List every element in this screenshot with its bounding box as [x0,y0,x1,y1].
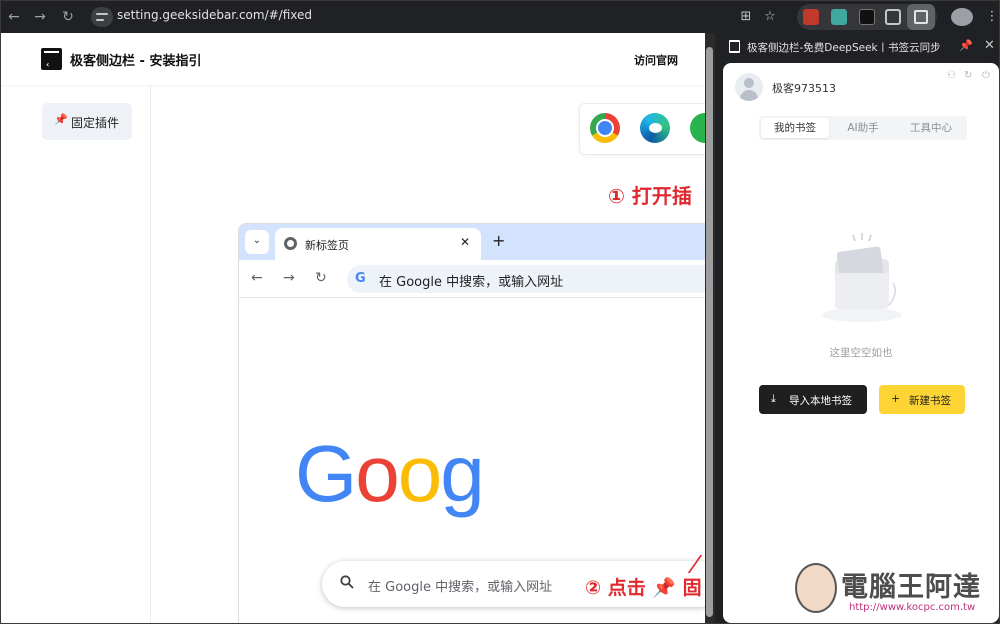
sync-icon[interactable]: ↻ [964,70,972,81]
mock-search-placeholder: 在 Google 中搜索，或输入网址 [368,580,553,595]
power-icon[interactable]: ⏻ [982,70,990,81]
back-icon[interactable]: ← [4,7,24,27]
user-avatar[interactable] [735,73,763,101]
address-bar[interactable]: setting.geeksidebar.com/#/fixed [87,5,793,29]
browser-toolbar: ← → ↻ setting.geeksidebar.com/#/fixed ⊞ … [1,1,999,33]
visit-website-link[interactable]: 访问官网 [634,52,678,68]
new-bookmark-label: 新建书签 [909,395,951,407]
tab-my-bookmarks[interactable]: 我的书签 [761,118,829,138]
side-panel-title: 极客侧边栏-免费DeepSeek丨书签云同步 [747,42,941,54]
extension-icon-2[interactable] [831,9,847,25]
pin-plugin-label: 固定插件 [71,116,120,130]
mock-forward-icon: → [283,270,295,286]
side-panel-toggle-icon[interactable] [907,4,935,30]
google-logo: Goog [295,428,485,520]
side-panel-logo-icon [729,40,740,53]
watermark-text: 電腦王阿達 [841,572,981,603]
tab-tool-center[interactable]: 工具中心 [897,118,965,138]
extension-icon-1[interactable] [803,9,819,25]
site-logo-icon: ‹ [41,48,62,70]
extension-icon-geeksidebar[interactable] [859,9,875,25]
username: 极客973513 [772,82,836,95]
page-header: ‹ 极客侧边栏 - 安装指引 访问官网 [1,33,705,85]
other-browser-icon[interactable] [690,113,705,143]
mock-toolbar: ← → ↻ G 在 Google 中搜索，或输入网址 [239,260,705,298]
empty-box-icon [822,233,902,322]
import-bookmarks-button[interactable]: ⤓ 导入本地书签 [759,385,867,414]
google-logo-letter: g [440,429,484,518]
step-one-heading: ① 打开插 [608,184,692,208]
side-panel-header: 极客侧边栏-免费DeepSeek丨书签云同步 📌 ✕ [715,33,999,61]
plus-icon: + [891,392,901,405]
chrome-browser-icon[interactable] [590,113,620,143]
mock-tabstrip: ⌄ 新标签页 ✕ + [239,224,705,260]
mock-tab-title: 新标签页 [305,239,349,252]
page-title: 极客侧边栏 - 安装指引 [70,54,202,69]
mock-omnibox: G 在 Google 中搜索，或输入网址 [347,265,705,293]
translate-icon[interactable]: ⊞ [737,7,755,27]
mock-tab: 新标签页 ✕ [275,228,481,260]
watermark-mascot-icon [795,563,837,613]
scrollbar-thumb[interactable] [706,47,713,617]
empty-state-text: 这里空空如也 [829,347,893,359]
step-two-heading: ② 点击 📌 固 [585,577,702,599]
edge-browser-icon[interactable] [640,113,670,143]
tab-ai-assistant[interactable]: AI助手 [829,118,897,138]
profile-avatar-icon[interactable] [951,8,973,26]
side-panel: 极客侧边栏-免费DeepSeek丨书签云同步 📌 ✕ 极客973513 ⚇ ↻ … [715,33,999,623]
import-bookmarks-label: 导入本地书签 [789,395,852,407]
google-logo-letter: o [355,429,399,518]
mock-reload-icon: ↻ [315,270,327,286]
address-bar-url: setting.geeksidebar.com/#/fixed [117,8,313,22]
side-panel-pin-icon[interactable]: 📌 [959,39,973,52]
search-icon [340,575,354,589]
mock-omnibox-text: 在 Google 中搜索，或输入网址 [379,275,564,290]
google-logo-letter: G [295,429,357,518]
forward-icon[interactable]: → [30,7,50,27]
pin-plugin-button[interactable]: 📌 固定插件 [42,103,132,140]
mock-back-icon: ← [251,270,263,286]
page-scrollbar[interactable] [705,33,715,623]
browser-choice-card [579,103,705,155]
user-profile-icon[interactable]: ⚇ [947,70,956,81]
new-tab-plus-icon: + [492,231,506,250]
menu-dots-icon[interactable]: ⋮ [983,7,999,27]
screenshot-frame: ← → ↻ setting.geeksidebar.com/#/fixed ⊞ … [0,0,1000,624]
panel-tabs: 我的书签 AI助手 工具中心 [759,116,967,140]
download-icon: ⤓ [771,392,776,405]
site-info-icon[interactable] [91,7,113,27]
new-bookmark-button[interactable]: + 新建书签 [879,385,965,414]
sidebar-content: 极客973513 ⚇ ↻ ⏻ 我的书签 AI助手 工具中心 这里空空如也 ⤓ 导… [723,63,999,623]
google-logo-letter: o [397,429,442,518]
sidebar-divider [150,85,151,623]
google-g-icon: G [355,271,366,286]
reload-icon[interactable]: ↻ [58,7,78,27]
watermark-logo: 電腦王阿達 http://www.kocpc.com.tw [791,561,997,621]
pushpin-icon: 📌 [54,113,68,126]
setup-guide-page: ‹ 极客侧边栏 - 安装指引 访问官网 📌 固定插件 ① 打开插 ⌄ 新标签页 … [1,33,705,623]
tab-search-chevron-icon: ⌄ [245,230,269,254]
tab-close-icon: ✕ [460,235,471,249]
watermark-url: http://www.kocpc.com.tw [849,602,976,613]
extensions-puzzle-icon[interactable] [885,9,901,25]
bookmark-star-icon[interactable]: ☆ [761,7,779,27]
side-panel-close-icon[interactable]: ✕ [984,38,995,53]
chrome-tab-icon [284,237,297,250]
